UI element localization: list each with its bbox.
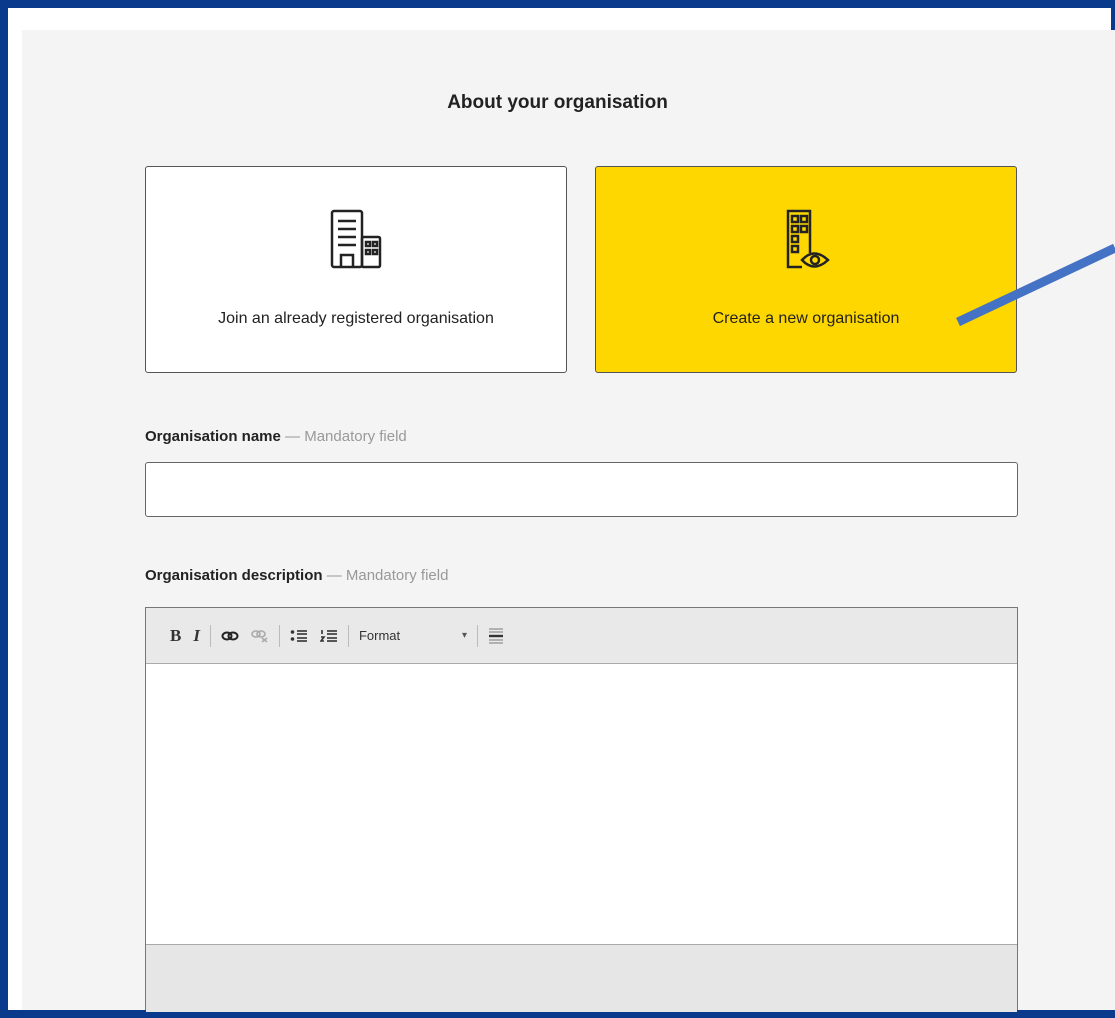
- numbered-list-icon: [319, 629, 337, 642]
- create-organisation-option[interactable]: Create a new organisation: [595, 166, 1017, 373]
- unlink-button[interactable]: [245, 624, 275, 648]
- organisation-name-label-text: Organisation name: [145, 428, 281, 445]
- organisation-name-input[interactable]: [145, 462, 1018, 517]
- organisation-description-editor: B I Format ▾: [145, 607, 1018, 1012]
- section-title: About your organisation: [447, 92, 668, 113]
- organisation-name-label: Organisation name — Mandatory field: [145, 428, 407, 445]
- link-button[interactable]: [215, 624, 245, 648]
- horizontal-rule-button[interactable]: [482, 624, 510, 648]
- bold-button[interactable]: B: [164, 624, 187, 648]
- link-icon: [221, 631, 239, 640]
- join-organisation-option[interactable]: Join an already registered organisation: [145, 166, 567, 373]
- format-dropdown[interactable]: Format ▾: [353, 624, 473, 648]
- format-dropdown-label: Format: [358, 628, 401, 643]
- unlink-icon: [251, 629, 268, 643]
- horizontal-rule-icon: [488, 627, 503, 644]
- editor-status-bar: [146, 944, 1017, 1012]
- organisation-description-label-text: Organisation description: [145, 567, 323, 584]
- bulleted-list-button[interactable]: [284, 624, 314, 648]
- organisation-description-label: Organisation description — Mandatory fie…: [145, 567, 448, 584]
- chevron-down-icon: ▾: [461, 630, 467, 641]
- description-text-area[interactable]: [146, 664, 1017, 944]
- toolbar-separator: [347, 624, 349, 647]
- buildings-icon: [330, 209, 382, 269]
- create-option-label: Create a new organisation: [712, 310, 900, 327]
- toolbar-separator: [278, 624, 280, 647]
- editor-toolbar: B I Format ▾: [146, 608, 1017, 664]
- toolbar-separator: [209, 624, 211, 647]
- building-eye-icon: [786, 209, 830, 269]
- bulleted-list-icon: [290, 629, 307, 642]
- organisation-name-mandatory-hint: — Mandatory field: [285, 428, 407, 445]
- toolbar-separator: [476, 624, 478, 647]
- organisation-description-mandatory-hint: — Mandatory field: [326, 567, 449, 584]
- numbered-list-button[interactable]: [314, 624, 344, 648]
- italic-button[interactable]: I: [187, 624, 206, 648]
- join-option-label: Join an already registered organisation: [218, 310, 494, 327]
